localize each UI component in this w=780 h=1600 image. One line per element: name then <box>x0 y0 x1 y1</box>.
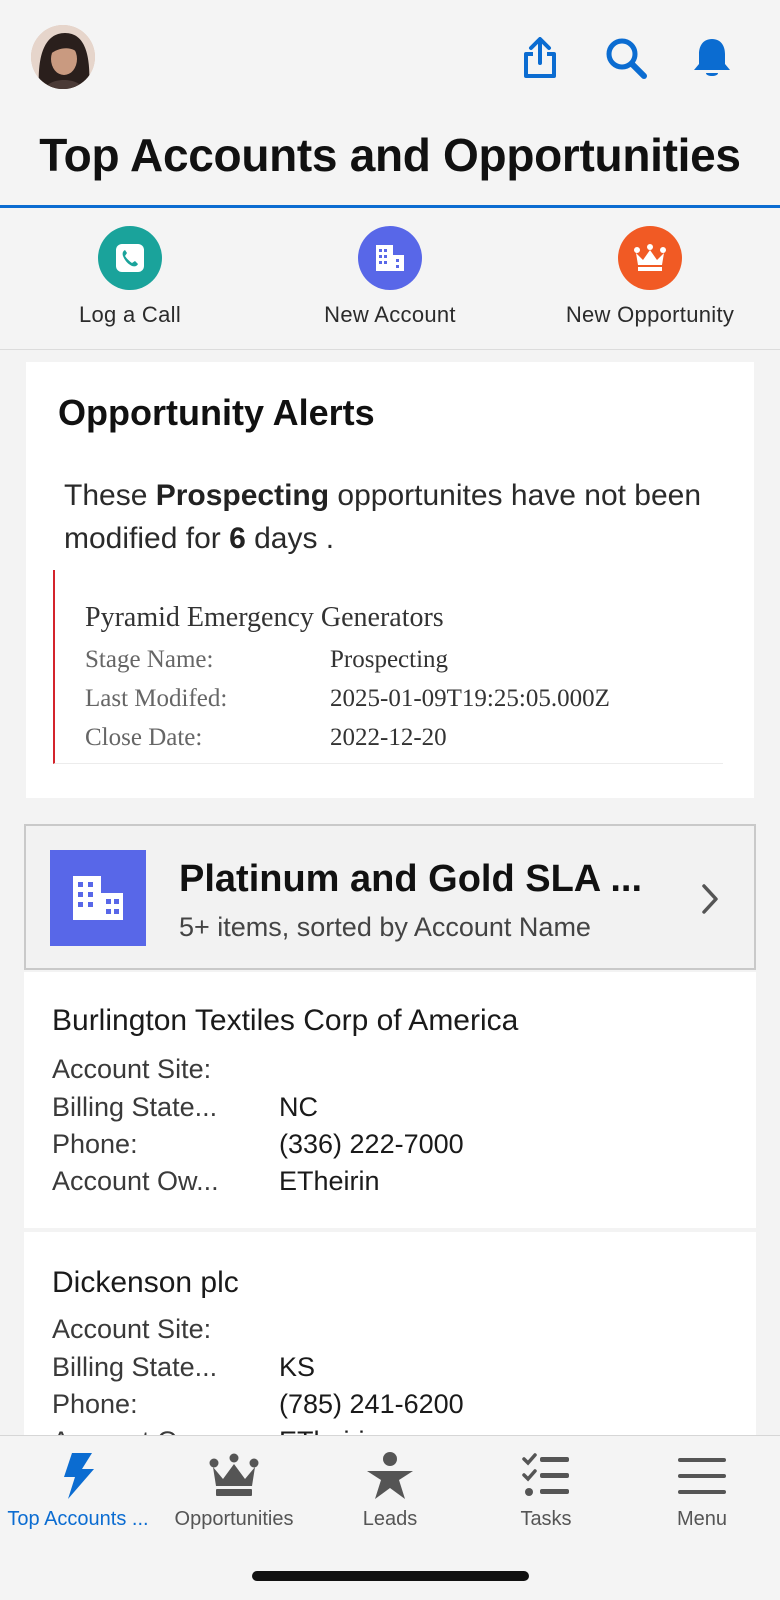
field-row: Stage Name: Prospecting <box>85 646 448 674</box>
building-icon <box>50 850 146 946</box>
field-value: (336) 222-7000 <box>279 1129 464 1159</box>
tab-tasks[interactable]: Tasks <box>468 1450 624 1531</box>
tab-label: Top Accounts ... <box>7 1508 149 1530</box>
field-row: Phone: (785) 241-6200 <box>52 1389 464 1420</box>
field-value: 2025-01-09T19:25:05.000Z <box>330 685 610 712</box>
hamburger-icon <box>672 1450 732 1502</box>
app-header: Top Accounts and Opportunities <box>0 0 780 208</box>
field-row: Last Modifed: 2025-01-09T19:25:05.000Z <box>85 685 610 713</box>
tab-top-accounts[interactable]: Top Accounts ... <box>0 1450 156 1531</box>
tab-opportunities[interactable]: Opportunities <box>156 1450 312 1531</box>
field-value: Prospecting <box>330 646 449 673</box>
home-indicator[interactable] <box>252 1571 529 1581</box>
crown-icon <box>204 1450 264 1502</box>
message-text: days . <box>245 522 335 555</box>
page-title: Top Accounts and Opportunities <box>39 129 741 181</box>
avatar[interactable] <box>31 25 95 89</box>
building-icon <box>358 226 422 290</box>
tab-label: Opportunities <box>174 1508 294 1530</box>
field-label: Account Ow... <box>52 1166 219 1196</box>
field-value: 2022-12-20 <box>330 724 447 751</box>
field-value: KS <box>279 1352 316 1382</box>
tab-menu[interactable]: Menu <box>624 1450 780 1531</box>
message-text: These <box>64 479 156 512</box>
field-row: Phone: (336) 222-7000 <box>52 1129 464 1160</box>
list-view-subtitle: 5+ items, sorted by Account Name <box>179 912 591 942</box>
crown-icon <box>618 226 682 290</box>
list-item[interactable]: Burlington Textiles Corp of America Acco… <box>24 972 756 1228</box>
new-opportunity-action[interactable]: New Opportunity <box>530 226 770 328</box>
opportunity-name: Pyramid Emergency Generators <box>85 602 444 633</box>
record-name: Burlington Textiles Corp of America <box>52 1004 519 1037</box>
share-icon[interactable] <box>516 34 564 82</box>
tab-label: Menu <box>676 1508 728 1530</box>
field-row: Close Date: 2022-12-20 <box>85 724 447 752</box>
field-row: Account Site: <box>52 1314 211 1345</box>
field-value: ETheirin <box>279 1166 380 1196</box>
lightning-icon <box>48 1450 108 1502</box>
log-a-call-action[interactable]: Log a Call <box>10 226 250 328</box>
bell-icon[interactable] <box>688 34 736 82</box>
field-value: NC <box>279 1092 318 1122</box>
field-value: (785) 241-6200 <box>279 1389 464 1419</box>
new-account-label: New Account <box>324 302 456 327</box>
tab-leads[interactable]: Leads <box>312 1450 468 1531</box>
checklist-icon <box>516 1450 576 1502</box>
field-label: Close Date: <box>85 724 203 751</box>
field-label: Billing State... <box>52 1352 218 1382</box>
field-label: Phone: <box>52 1389 138 1419</box>
quick-actions-bar: Log a Call New Account New Opportunity <box>0 208 780 350</box>
list-view-header[interactable]: Platinum and Gold SLA ... 5+ items, sort… <box>24 824 756 970</box>
stage-highlight: Prospecting <box>155 479 330 512</box>
phone-icon <box>98 226 162 290</box>
field-label: Billing State... <box>52 1092 218 1122</box>
search-icon[interactable] <box>602 34 650 82</box>
new-account-action[interactable]: New Account <box>270 226 510 328</box>
days-highlight: 6 <box>229 522 246 555</box>
opportunity-alert-item[interactable]: Pyramid Emergency Generators Stage Name:… <box>53 570 723 764</box>
list-item[interactable]: Dickenson plc Account Site: Billing Stat… <box>24 1232 756 1456</box>
tab-label: Leads <box>362 1508 418 1530</box>
tab-label: Tasks <box>520 1508 572 1530</box>
field-row: Account Site: <box>52 1054 211 1085</box>
person-star-icon <box>360 1450 420 1502</box>
field-row: Billing State... KS <box>52 1352 315 1383</box>
field-row: Account Ow... ETheirin <box>52 1166 380 1197</box>
chevron-right-icon <box>696 882 724 916</box>
field-row: Billing State... NC <box>52 1092 318 1123</box>
field-label: Stage Name: <box>85 646 214 673</box>
field-label: Phone: <box>52 1129 138 1159</box>
field-label: Account Site: <box>52 1054 212 1084</box>
list-view-title: Platinum and Gold SLA ... <box>179 858 643 900</box>
alerts-message: These Prospecting opportunites have not … <box>64 474 714 560</box>
field-label: Account Site: <box>52 1314 212 1344</box>
log-a-call-label: Log a Call <box>78 302 182 327</box>
new-opportunity-label: New Opportunity <box>565 302 735 327</box>
record-name: Dickenson plc <box>52 1266 239 1299</box>
field-label: Last Modifed: <box>85 685 228 712</box>
alerts-title: Opportunity Alerts <box>58 392 375 433</box>
opportunity-alerts-card: Opportunity Alerts These Prospecting opp… <box>26 362 754 798</box>
